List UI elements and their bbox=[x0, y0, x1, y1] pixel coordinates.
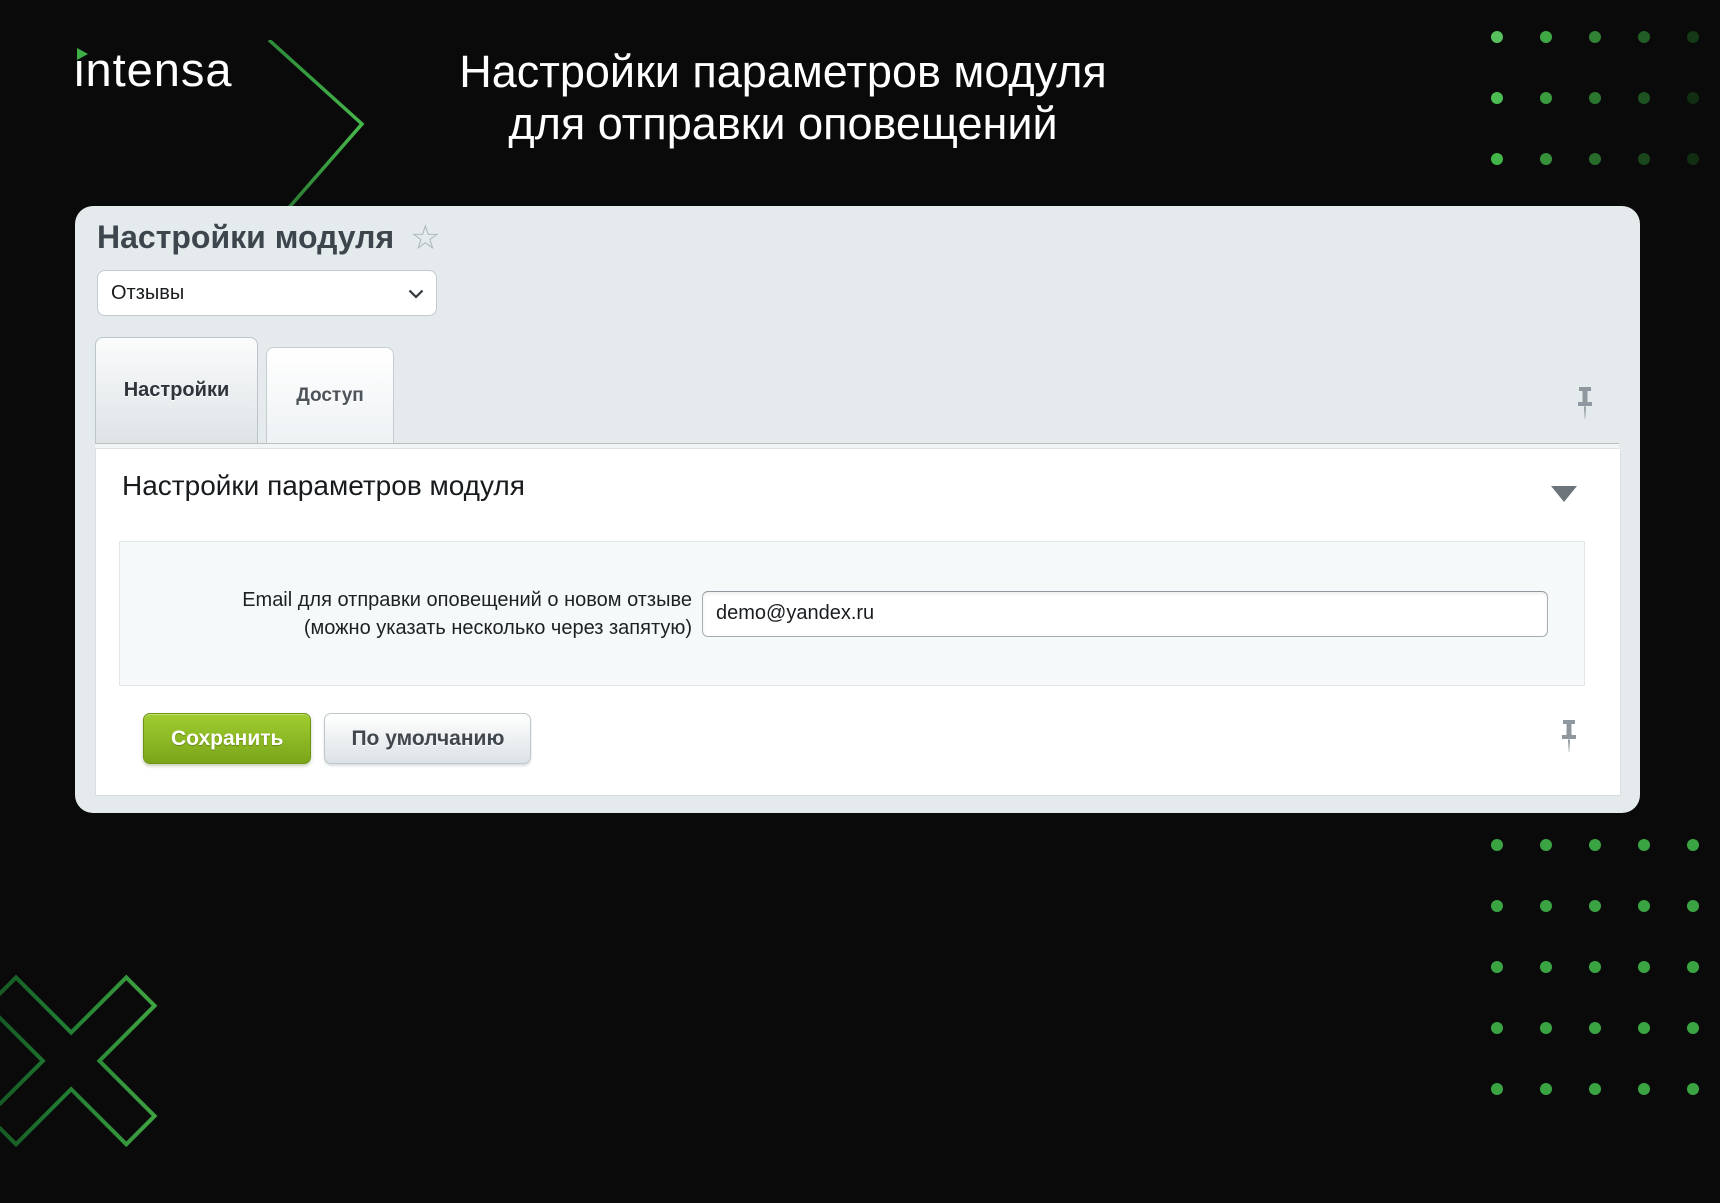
tab-access-label: Доступ bbox=[296, 385, 364, 407]
card-heading-row: Настройки модуля ☆ bbox=[97, 214, 441, 260]
default-button[interactable]: По умолчанию bbox=[324, 713, 531, 764]
tab-settings[interactable]: Настройки bbox=[95, 337, 258, 443]
page-title-line1: Настройки параметров модуля bbox=[459, 46, 1107, 98]
tab-settings-label: Настройки bbox=[124, 379, 230, 402]
tab-access[interactable]: Доступ bbox=[266, 347, 394, 443]
section-title: Настройки параметров модуля bbox=[122, 467, 525, 505]
buttons-row: Сохранить По умолчанию bbox=[143, 713, 531, 764]
email-label-line2: (можно указать несколько через запятую) bbox=[155, 614, 692, 642]
dots-grid-top-right bbox=[1491, 31, 1701, 216]
collapse-arrow-icon[interactable] bbox=[1551, 486, 1577, 502]
email-input[interactable] bbox=[702, 591, 1548, 637]
tab-content: Настройки параметров модуля Email для от… bbox=[95, 449, 1621, 796]
email-form-panel: Email для отправки оповещений о новом от… bbox=[119, 541, 1585, 686]
pin-icon-bottom[interactable] bbox=[1558, 719, 1580, 753]
page-title-line2: для отправки оповещений bbox=[459, 98, 1107, 150]
favorite-star-icon[interactable]: ☆ bbox=[410, 216, 440, 260]
email-label: Email для отправки оповещений о новом от… bbox=[155, 586, 692, 642]
page-title: Настройки параметров модуля для отправки… bbox=[459, 46, 1107, 150]
module-select[interactable]: Отзывы bbox=[97, 270, 437, 316]
save-button[interactable]: Сохранить bbox=[143, 713, 311, 764]
dots-grid-bottom-right bbox=[1491, 839, 1701, 1099]
email-label-line1: Email для отправки оповещений о новом от… bbox=[155, 586, 692, 614]
logo: intensa bbox=[74, 46, 233, 93]
logo-triangle-icon bbox=[77, 48, 88, 60]
pin-icon-top[interactable] bbox=[1574, 386, 1596, 420]
logo-text: intensa bbox=[74, 46, 233, 93]
settings-card: Настройки модуля ☆ Отзывы Настройки Дост… bbox=[75, 206, 1640, 813]
x-cross-decoration bbox=[0, 953, 185, 1203]
module-select-wrap: Отзывы bbox=[97, 270, 437, 316]
card-heading-text: Настройки модуля bbox=[97, 215, 394, 259]
